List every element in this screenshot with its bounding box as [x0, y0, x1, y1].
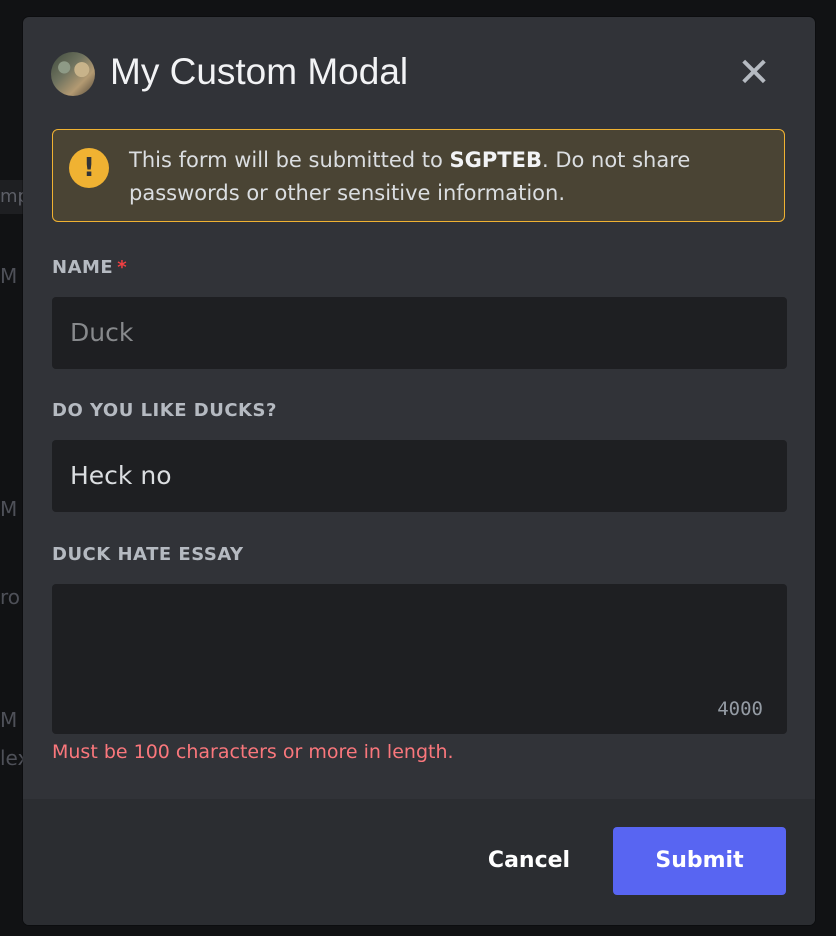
essay-textarea[interactable]: 4000 [52, 584, 787, 734]
background-fragment: ro [0, 585, 21, 609]
warning-prefix: This form will be submitted to [129, 148, 450, 172]
modal-footer: Cancel Submit [23, 799, 815, 925]
character-counter: 4000 [717, 698, 763, 720]
background-fragment: M [0, 497, 18, 521]
name-input[interactable]: Duck [52, 297, 787, 369]
submit-button[interactable]: Submit [613, 827, 786, 895]
name-label: NAME * [52, 257, 127, 278]
modal-dialog: My Custom Modal ✕ ! This form will be su… [23, 17, 815, 925]
app-name: SGPTEB [449, 148, 542, 172]
name-placeholder: Duck [70, 318, 134, 347]
warning-text: This form will be submitted to SGPTEB. D… [129, 144, 764, 210]
cancel-button[interactable]: Cancel [474, 827, 584, 895]
ducks-input[interactable]: Heck no [52, 440, 787, 512]
ducks-value: Heck no [70, 461, 172, 490]
bot-avatar [51, 52, 95, 96]
ducks-label: DO YOU LIKE DUCKS? [52, 400, 277, 421]
background-fragment: M [0, 264, 18, 288]
name-label-text: NAME [52, 257, 114, 278]
modal-title: My Custom Modal [110, 51, 409, 92]
warning-banner: ! This form will be submitted to SGPTEB.… [52, 129, 785, 222]
background-fragment: M [0, 708, 18, 732]
close-icon[interactable]: ✕ [735, 53, 773, 93]
essay-label: DUCK HATE ESSAY [52, 544, 244, 565]
essay-error-message: Must be 100 characters or more in length… [52, 741, 454, 763]
required-marker: * [117, 257, 128, 278]
exclamation-icon: ! [69, 148, 109, 188]
modal-header: My Custom Modal ✕ [51, 51, 787, 96]
